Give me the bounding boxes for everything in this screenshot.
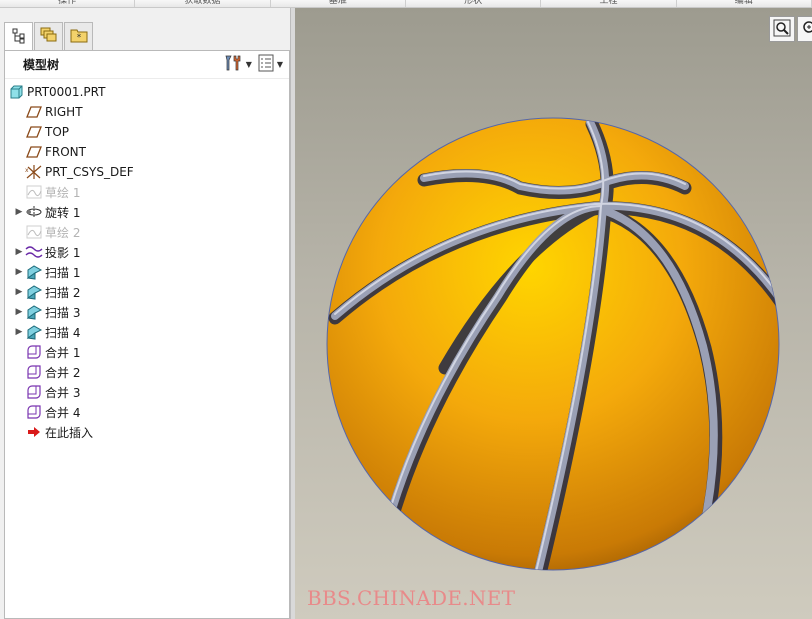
expand-arrow-icon[interactable]: ▶: [13, 287, 25, 297]
tree-item[interactable]: ▶ 扫描 4: [5, 322, 289, 342]
tree-item[interactable]: 草绘 2: [5, 222, 289, 242]
csys-icon: x: [25, 164, 43, 180]
merge-icon: [25, 384, 43, 400]
sweep-icon: [25, 264, 43, 280]
insert-here-arrow-icon: [25, 424, 43, 440]
expand-arrow-icon[interactable]: ▶: [13, 327, 25, 337]
layers-icon: [40, 27, 58, 46]
tree-item-label: 旋转 1: [45, 205, 81, 220]
tree-item-label: 草绘 1: [45, 185, 81, 200]
tree-settings-button[interactable]: ▼: [223, 54, 252, 75]
tree-item[interactable]: RIGHT: [5, 102, 289, 122]
svg-text:*: *: [76, 33, 81, 43]
merge-icon: [25, 404, 43, 420]
merge-icon: [25, 364, 43, 380]
datum-plane-icon: [25, 124, 43, 140]
sketch-icon: [25, 224, 43, 240]
tree-item[interactable]: FRONT: [5, 142, 289, 162]
model-tree: PRT0001.PRT RIGHT TOP FRONT x PRT_CSYS_DEF 草绘 …: [5, 79, 289, 442]
tree-item[interactable]: ▶ 投影 1: [5, 242, 289, 262]
tree-item-label: 合并 3: [45, 385, 81, 400]
navigator-pane: * 模型树 ▼ ▼ PRT0001.PRT RIGHT TOP FRONT x PRT_C…: [0, 8, 295, 619]
tree-item-label: 投影 1: [45, 245, 81, 260]
sketch-icon: [25, 184, 43, 200]
merge-icon: [25, 344, 43, 360]
ribbon-tab[interactable]: 工程: [541, 0, 677, 7]
tree-item-label: 合并 1: [45, 345, 81, 360]
tree-item-label: 草绘 2: [45, 225, 81, 240]
tree-item-label: 扫描 1: [45, 265, 81, 280]
tree-item-label: PRT_CSYS_DEF: [45, 165, 134, 179]
tree-item[interactable]: TOP: [5, 122, 289, 142]
model-tree-header: 模型树 ▼ ▼: [5, 51, 289, 79]
tree-item[interactable]: x PRT_CSYS_DEF: [5, 162, 289, 182]
ribbon-tab[interactable]: 操作: [0, 0, 136, 7]
chevron-down-icon: ▼: [276, 60, 283, 69]
tree-item[interactable]: 草绘 1: [5, 182, 289, 202]
tree-item[interactable]: PRT0001.PRT: [5, 82, 289, 102]
revolve-icon: [25, 204, 43, 220]
navigator-tabs: *: [4, 22, 94, 51]
tree-item-label: 在此插入: [45, 425, 94, 440]
ribbon-tab[interactable]: 形状: [406, 0, 542, 7]
ribbon-tab[interactable]: 获取数据: [135, 0, 271, 7]
tree-item-label: 扫描 4: [45, 325, 81, 340]
tree-item[interactable]: ▶ 扫描 2: [5, 282, 289, 302]
tab-favorites[interactable]: *: [64, 22, 93, 50]
tree-item-label: PRT0001.PRT: [27, 85, 106, 99]
part-icon: [7, 84, 25, 100]
sweep-icon: [25, 324, 43, 340]
tree-item-label: FRONT: [45, 145, 86, 159]
ribbon-tab[interactable]: 基准: [271, 0, 406, 7]
tree-item[interactable]: 合并 3: [5, 382, 289, 402]
expand-arrow-icon[interactable]: ▶: [13, 247, 25, 257]
tree-item[interactable]: 合并 4: [5, 402, 289, 422]
tree-columns-button[interactable]: ▼: [258, 54, 283, 75]
tree-item[interactable]: 在此插入: [5, 422, 289, 442]
datum-plane-icon: [25, 104, 43, 120]
tree-item-label: TOP: [45, 125, 70, 139]
basketball-model: [326, 117, 780, 571]
tab-layers[interactable]: [34, 22, 63, 50]
tree-item-label: 合并 4: [45, 405, 81, 420]
tree-item-label: 扫描 2: [45, 285, 81, 300]
favorites-icon: *: [70, 27, 88, 46]
graphics-viewport[interactable]: BBS.CHINADE.NET: [295, 8, 812, 619]
tree-item[interactable]: ▶ 扫描 1: [5, 262, 289, 282]
ribbon-tab[interactable]: 编辑: [677, 0, 812, 7]
expand-arrow-icon[interactable]: ▶: [13, 307, 25, 317]
tree-settings-icon: [223, 54, 243, 75]
projection-icon: [25, 244, 43, 260]
expand-arrow-icon[interactable]: ▶: [13, 207, 25, 217]
tree-item[interactable]: ▶ 扫描 3: [5, 302, 289, 322]
ribbon-strip: 操作 获取数据 基准 形状 工程 编辑: [0, 0, 812, 8]
tree-item-label: 扫描 3: [45, 305, 81, 320]
chevron-down-icon: ▼: [245, 60, 252, 69]
sweep-icon: [25, 304, 43, 320]
sweep-icon: [25, 284, 43, 300]
svg-text:x: x: [25, 167, 29, 174]
tree-columns-icon: [258, 54, 274, 75]
tree-item[interactable]: 合并 1: [5, 342, 289, 362]
tree-item[interactable]: ▶ 旋转 1: [5, 202, 289, 222]
watermark: BBS.CHINADE.NET: [307, 586, 516, 610]
expand-arrow-icon[interactable]: ▶: [13, 267, 25, 277]
model-tree-title: 模型树: [23, 58, 60, 72]
tab-model-tree[interactable]: [4, 22, 33, 51]
datum-plane-icon: [25, 144, 43, 160]
model-tree-panel: 模型树 ▼ ▼ PRT0001.PRT RIGHT TOP FRONT x PRT_CSY…: [4, 50, 290, 619]
tree-item-label: 合并 2: [45, 365, 81, 380]
tree-item[interactable]: 合并 2: [5, 362, 289, 382]
model-tree-icon: [11, 28, 27, 47]
tree-item-label: RIGHT: [45, 105, 83, 119]
